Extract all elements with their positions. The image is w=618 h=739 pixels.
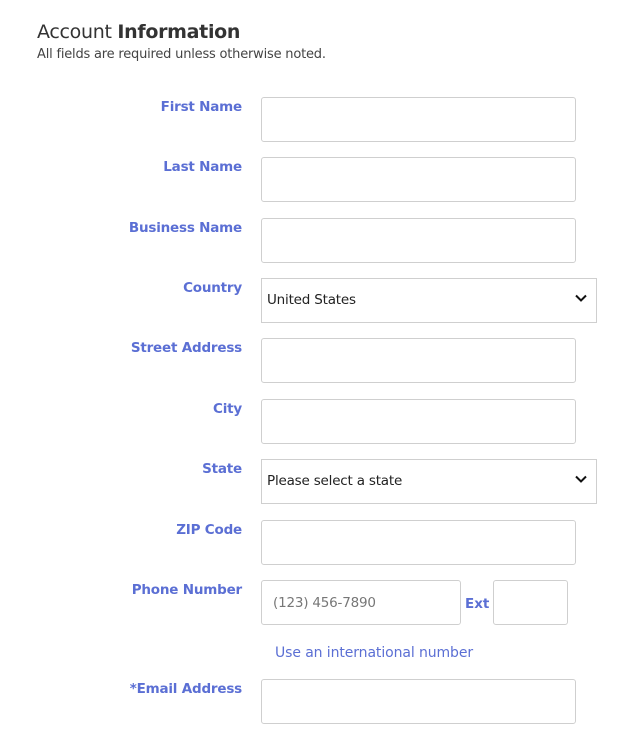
state-select[interactable]: Please select a state — [261, 459, 597, 504]
zip-code-label: ZIP Code — [176, 522, 242, 538]
zip-code-row: ZIP Code — [0, 520, 618, 566]
state-row: State Please select a state — [0, 459, 618, 505]
country-select[interactable]: United States — [261, 278, 597, 323]
ext-input[interactable] — [493, 580, 568, 625]
state-selected-value: Please select a state — [267, 473, 403, 489]
last-name-label: Last Name — [163, 159, 242, 175]
business-name-input[interactable] — [261, 218, 576, 263]
first-name-input[interactable] — [261, 97, 576, 142]
email-input[interactable] — [261, 679, 576, 724]
page-subtitle: All fields are required unless otherwise… — [37, 47, 326, 62]
last-name-row: Last Name — [0, 157, 618, 203]
phone-row: Phone Number (123) 456-7890 Ext — [0, 580, 618, 626]
title-bold: Information — [117, 21, 241, 43]
business-name-row: Business Name — [0, 218, 618, 264]
ext-label: Ext — [465, 596, 490, 612]
city-label: City — [213, 401, 242, 417]
phone-input[interactable]: (123) 456-7890 — [261, 580, 461, 625]
street-address-row: Street Address — [0, 338, 618, 384]
page-title: Account Information — [37, 21, 240, 43]
title-light: Account — [37, 21, 112, 43]
email-row: *Email Address — [0, 679, 618, 725]
city-input[interactable] — [261, 399, 576, 444]
country-row: Country United States — [0, 278, 618, 324]
phone-placeholder: (123) 456-7890 — [273, 595, 376, 611]
street-address-label: Street Address — [130, 340, 242, 356]
country-selected-value: United States — [267, 292, 356, 308]
country-label: Country — [183, 280, 242, 296]
chevron-down-icon — [575, 475, 587, 483]
phone-label: Phone Number — [131, 582, 243, 598]
email-label: *Email Address — [129, 681, 242, 697]
international-number-link[interactable]: Use an international number — [275, 645, 473, 661]
first-name-label: First Name — [160, 99, 243, 115]
last-name-input[interactable] — [261, 157, 576, 202]
zip-code-input[interactable] — [261, 520, 576, 565]
city-row: City — [0, 399, 618, 445]
street-address-input[interactable] — [261, 338, 576, 383]
chevron-down-icon — [575, 294, 587, 302]
first-name-row: First Name — [0, 97, 618, 143]
business-name-label: Business Name — [128, 220, 242, 236]
state-label: State — [202, 461, 242, 477]
